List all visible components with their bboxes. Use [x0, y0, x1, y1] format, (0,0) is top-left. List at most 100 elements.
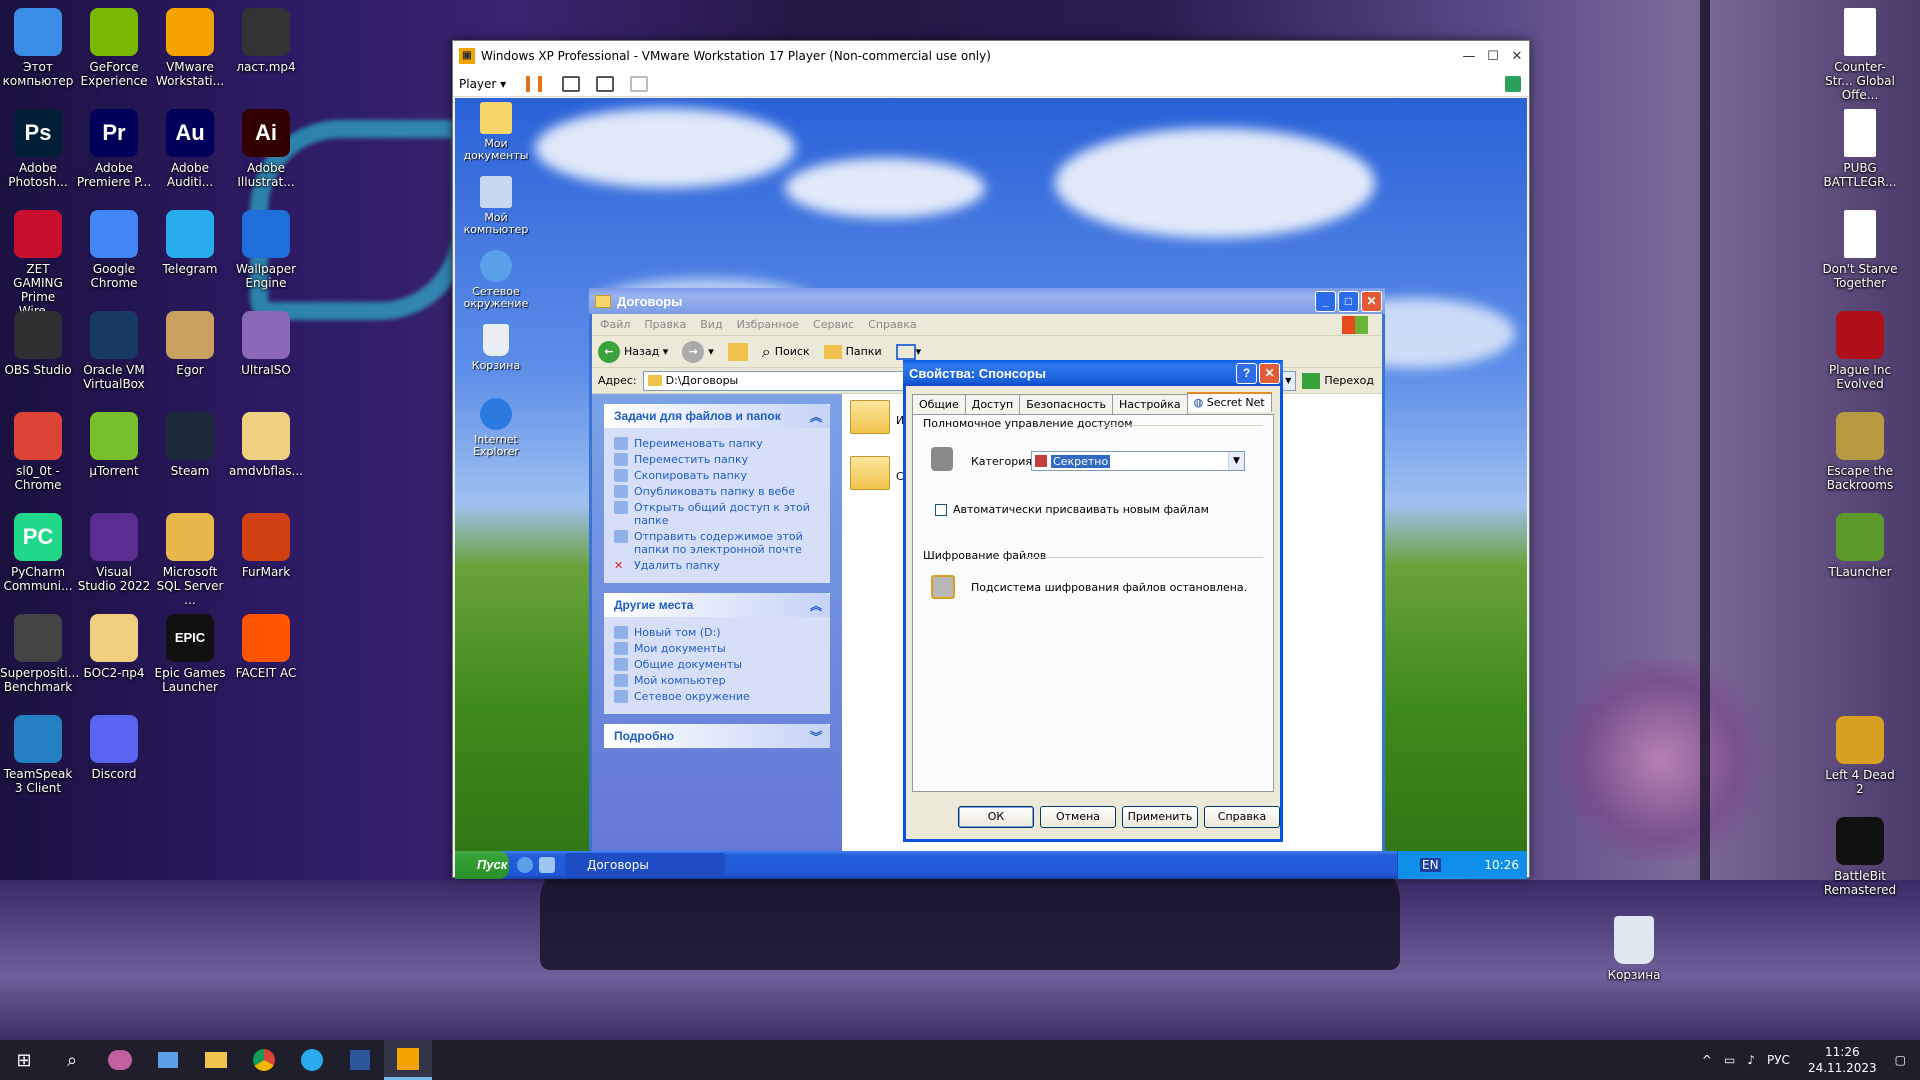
- desktop-shortcut[interactable]: GeForce Experience: [76, 8, 152, 88]
- desktop-shortcut[interactable]: TLauncher: [1822, 513, 1898, 579]
- desktop-shortcut[interactable]: Telegram: [152, 210, 228, 276]
- desktop-shortcut[interactable]: Pr Adobe Premiere P...: [76, 109, 152, 189]
- desktop-shortcut[interactable]: Egor: [152, 311, 228, 377]
- task-link[interactable]: Отправить содержимое этой папки по элект…: [614, 530, 822, 556]
- vmware-titlebar[interactable]: ▣ Windows XP Professional - VMware Works…: [453, 41, 1529, 71]
- task-link[interactable]: Переименовать папку: [614, 437, 822, 450]
- properties-dialog[interactable]: Свойства: Спонсоры ? ✕ Общие Доступ Безо…: [903, 360, 1283, 842]
- ok-button[interactable]: ОК: [958, 806, 1034, 828]
- desktop-shortcut[interactable]: Counter-Str... Global Offe...: [1822, 8, 1898, 102]
- network-icon[interactable]: ▭: [1724, 1053, 1735, 1067]
- desktop-shortcut[interactable]: Google Chrome: [76, 210, 152, 290]
- chrome-icon[interactable]: [240, 1040, 288, 1080]
- forward-button[interactable]: → ▾: [682, 340, 714, 363]
- unity-icon[interactable]: [630, 75, 649, 92]
- desktop-shortcut[interactable]: Plague Inc Evolved: [1822, 311, 1898, 391]
- close-button[interactable]: ✕: [1361, 290, 1382, 312]
- desktop-shortcut[interactable]: Этот компьютер: [0, 8, 76, 88]
- chevron-up-icon[interactable]: ^: [1702, 1053, 1712, 1067]
- menu-tools[interactable]: Сервис: [813, 318, 854, 331]
- volume-icon[interactable]: ♪: [1747, 1053, 1755, 1067]
- language-indicator[interactable]: РУС: [1767, 1053, 1790, 1067]
- explorer-titlebar[interactable]: Договоры _ □ ✕: [589, 288, 1385, 314]
- search-icon[interactable]: ⌕: [48, 1040, 96, 1080]
- desktop-shortcut[interactable]: БОС2-пр4: [76, 614, 152, 680]
- cancel-button[interactable]: Отмена: [1040, 806, 1116, 828]
- desktop-shortcut[interactable]: PC PyCharm Communi...: [0, 513, 76, 593]
- chevron-down-icon[interactable]: ▼: [1228, 452, 1244, 470]
- notifications-icon[interactable]: ▢: [1895, 1053, 1906, 1067]
- xp-network[interactable]: Сетевое окружение: [459, 250, 533, 310]
- close-button[interactable]: ✕: [1505, 49, 1529, 64]
- xp-internet-explorer[interactable]: Internet Explorer: [459, 398, 533, 458]
- desktop-shortcut[interactable]: Ps Adobe Photosh...: [0, 109, 76, 189]
- folder-icon[interactable]: [850, 400, 890, 434]
- views-button[interactable]: ▾: [895, 343, 921, 360]
- app-icon[interactable]: [96, 1040, 144, 1080]
- folder-icon[interactable]: [850, 456, 890, 490]
- desktop-shortcut[interactable]: EPIC Epic Games Launcher: [152, 614, 228, 694]
- task-link[interactable]: Новый том (D:): [614, 626, 822, 639]
- start-icon[interactable]: ⊞: [0, 1040, 48, 1080]
- tab-general[interactable]: Общие: [912, 394, 966, 414]
- help-button[interactable]: Справка: [1204, 806, 1280, 828]
- menu-help[interactable]: Справка: [868, 318, 916, 331]
- vmware-window[interactable]: ▣ Windows XP Professional - VMware Works…: [452, 40, 1530, 879]
- checkbox-box[interactable]: [935, 503, 947, 516]
- task-link[interactable]: Опубликовать папку в вебе: [614, 485, 822, 498]
- word-icon[interactable]: [336, 1040, 384, 1080]
- task-link[interactable]: Скопировать папку: [614, 469, 822, 482]
- desktop-shortcut[interactable]: Microsoft SQL Server ...: [152, 513, 228, 607]
- collapse-icon[interactable]: ︽: [810, 408, 822, 425]
- desktop-shortcut[interactable]: FurMark: [228, 513, 304, 579]
- places-panel-header[interactable]: Другие места ︽: [604, 593, 830, 617]
- desktop-shortcut[interactable]: BattleBit Remastered: [1822, 817, 1898, 897]
- task-link[interactable]: Общие документы: [614, 658, 822, 671]
- tab-security[interactable]: Безопасность: [1019, 394, 1113, 414]
- telegram-icon[interactable]: [288, 1040, 336, 1080]
- tab-sharing[interactable]: Доступ: [964, 394, 1021, 414]
- task-link[interactable]: Сетевое окружение: [614, 690, 822, 703]
- help-button[interactable]: ?: [1236, 362, 1257, 384]
- desktop-shortcut[interactable]: TeamSpeak 3 Client: [0, 715, 76, 795]
- desktop-shortcut[interactable]: FACEIT AC: [228, 614, 304, 680]
- tab-secret-net[interactable]: ◍ Secret Net: [1186, 392, 1272, 412]
- folders-button[interactable]: Папки: [823, 344, 882, 359]
- quicklaunch-outlook-icon[interactable]: [539, 857, 555, 873]
- desktop-shortcut[interactable]: Ai Adobe Illustrat...: [228, 109, 304, 189]
- back-button[interactable]: ← Назад ▾: [598, 340, 668, 363]
- apply-button[interactable]: Применить: [1122, 806, 1198, 828]
- desktop-shortcut[interactable]: Left 4 Dead 2: [1822, 716, 1898, 796]
- pause-icon[interactable]: [526, 75, 543, 92]
- recycle-bin[interactable]: Корзина: [1596, 916, 1672, 982]
- expand-icon[interactable]: ︾: [810, 728, 822, 745]
- quicklaunch-ie-icon[interactable]: [517, 857, 533, 873]
- minimize-button[interactable]: —: [1457, 49, 1481, 64]
- desktop-shortcut[interactable]: ласт.mp4: [228, 8, 304, 74]
- desktop-shortcut[interactable]: Discord: [76, 715, 152, 781]
- taskbar-explorer-button[interactable]: Договоры: [565, 853, 725, 877]
- desktop-shortcut[interactable]: Don't Starve Together: [1822, 210, 1898, 290]
- folder-icon[interactable]: [192, 1040, 240, 1080]
- start-button[interactable]: Пуск: [455, 851, 509, 879]
- maximize-button[interactable]: ☐: [1481, 49, 1505, 64]
- fullscreen-icon[interactable]: [596, 75, 615, 92]
- desktop-shortcut[interactable]: Wallpaper Engine: [228, 210, 304, 290]
- desktop-shortcut[interactable]: µTorrent: [76, 412, 152, 478]
- menu-favorites[interactable]: Избранное: [737, 318, 799, 331]
- vmware-icon[interactable]: [384, 1040, 432, 1080]
- chevron-down-icon[interactable]: ▼: [1281, 371, 1296, 390]
- menu-edit[interactable]: Правка: [644, 318, 686, 331]
- xp-my-documents[interactable]: Мои документы: [459, 102, 533, 162]
- xp-my-computer[interactable]: Мой компьютер: [459, 176, 533, 236]
- task-link[interactable]: ✕ Удалить папку: [614, 559, 822, 572]
- message-log-icon[interactable]: [1505, 75, 1521, 92]
- search-button[interactable]: ⌕ Поиск: [762, 342, 810, 362]
- send-ctrl-alt-del-icon[interactable]: [562, 75, 581, 92]
- desktop-shortcut[interactable]: Au Adobe Auditi...: [152, 109, 228, 189]
- player-menu[interactable]: Player ▾: [459, 77, 506, 91]
- desktop-shortcut[interactable]: Superpositi... Benchmark: [0, 614, 79, 694]
- menu-file[interactable]: Файл: [600, 318, 630, 331]
- tab-customize[interactable]: Настройка: [1111, 394, 1188, 414]
- language-indicator[interactable]: EN: [1420, 858, 1441, 872]
